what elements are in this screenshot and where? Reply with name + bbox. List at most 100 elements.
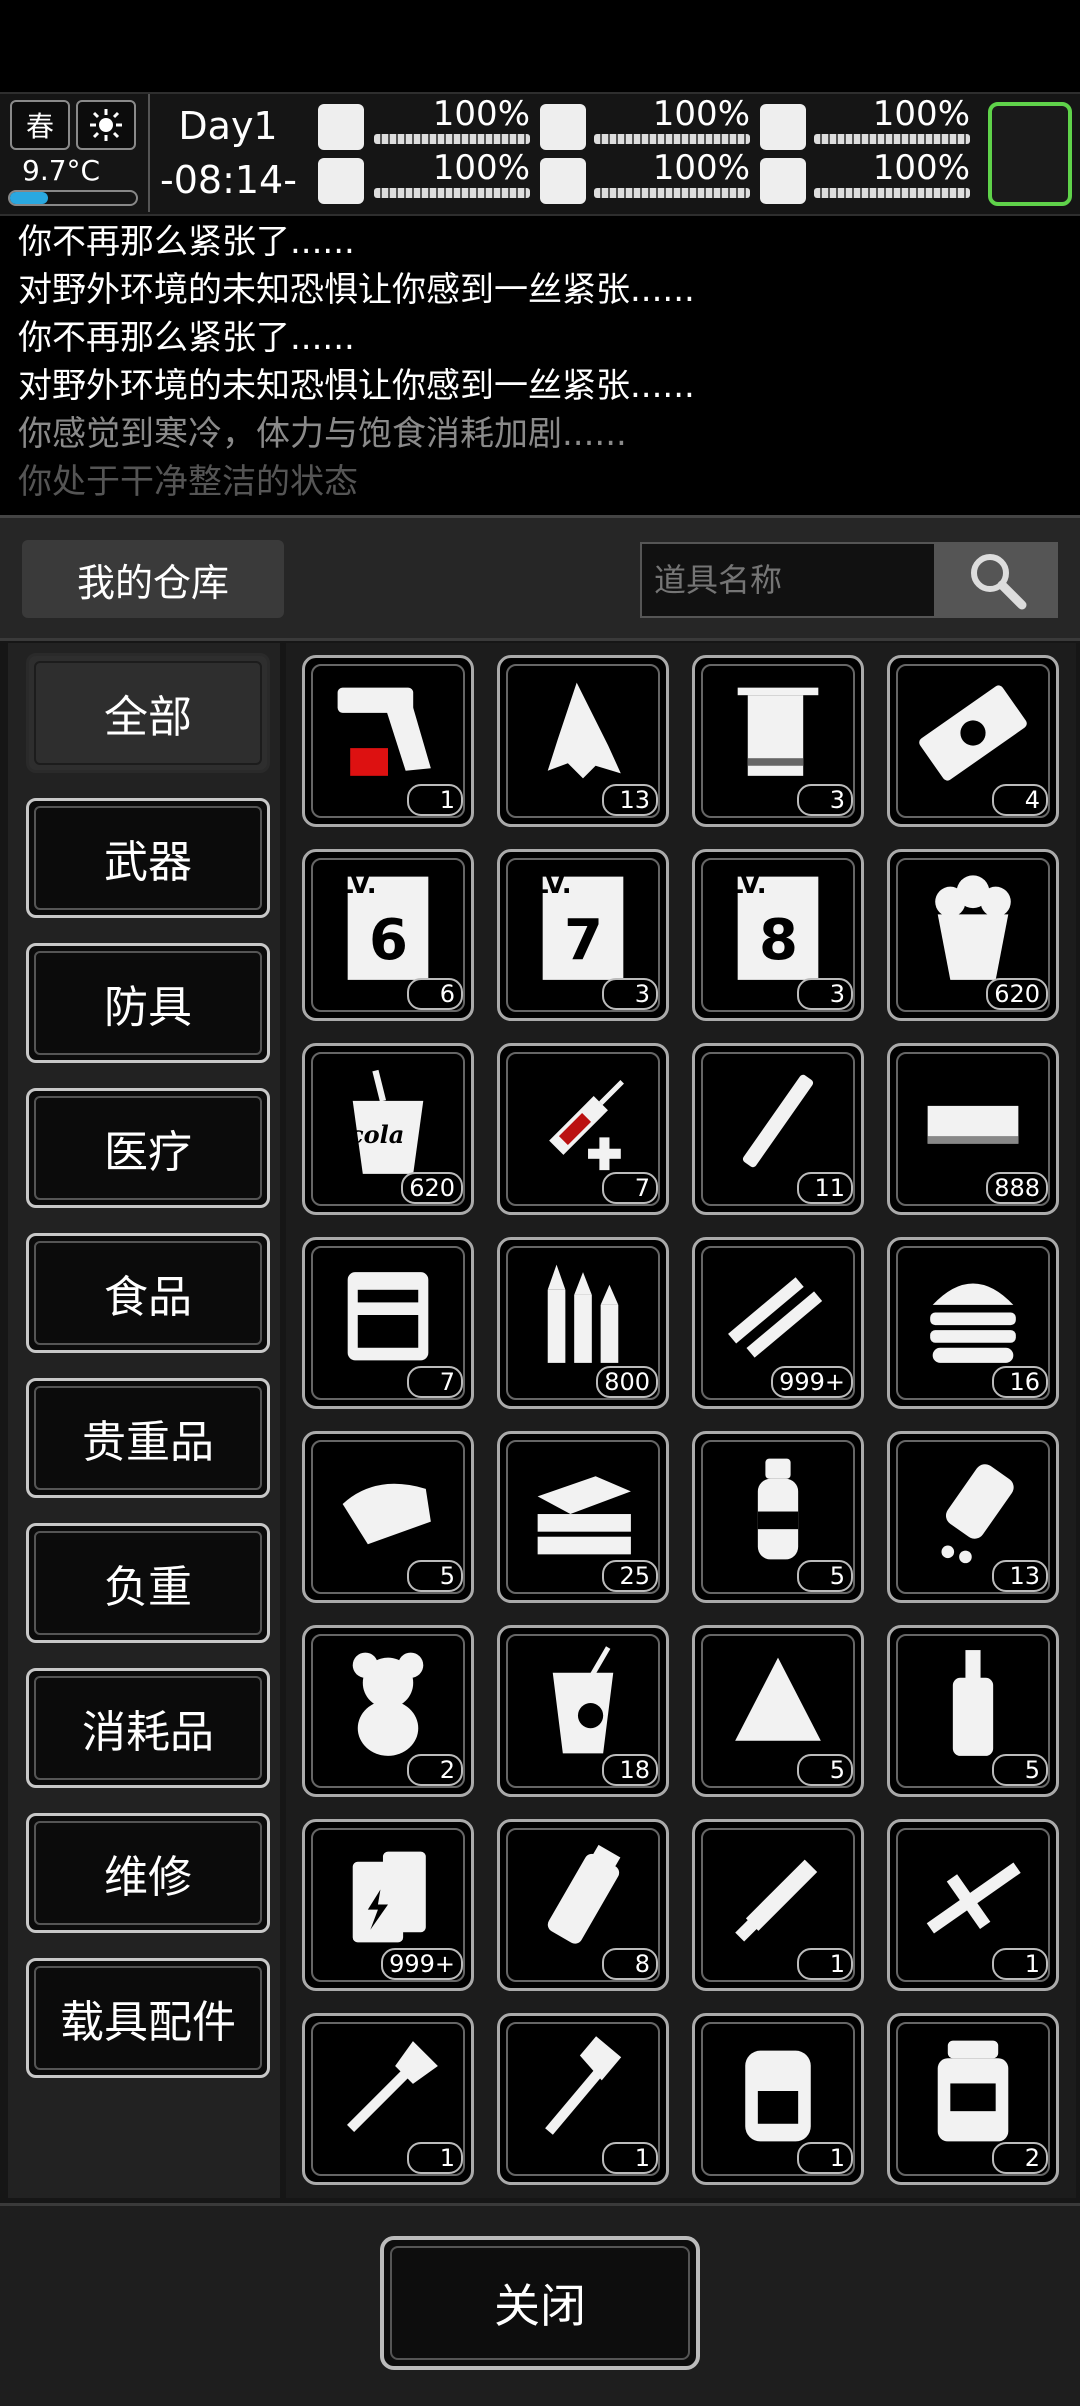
log-line: 对野外环境的未知恐惧让你感到一丝紧张......: [18, 366, 695, 406]
category-tab[interactable]: 载具配件: [26, 1958, 270, 2078]
item-quantity-badge: 5: [992, 1754, 1048, 1786]
category-tab[interactable]: 维修: [26, 1813, 270, 1933]
mood-bar: [814, 188, 970, 198]
inventory-slot[interactable]: LV. 8 3: [692, 849, 864, 1021]
item-quantity-badge: 1: [407, 784, 463, 816]
inventory-slot[interactable]: 5: [692, 1431, 864, 1603]
log-line: 你不再那么紧张了......: [18, 222, 355, 262]
book-level-number: 7: [564, 908, 603, 973]
category-tab[interactable]: 贵重品: [26, 1378, 270, 1498]
category-tab[interactable]: 武器: [26, 798, 270, 918]
inventory-slot[interactable]: 7: [497, 1043, 669, 1215]
inventory-slot[interactable]: 999+: [302, 1819, 474, 1991]
inventory-slot[interactable]: cola 620: [302, 1043, 474, 1215]
day-counter: Day1: [178, 104, 278, 148]
health-bar: [374, 134, 530, 144]
hunger-bar: [594, 134, 750, 144]
item-quantity-badge: 1: [602, 2142, 658, 2174]
inventory-slot[interactable]: 1: [692, 2013, 864, 2185]
item-grid: 1 13 3 4 LV. 6 6 LV. 7 3 LV. 8 3 620 cola 620 7 11 888 7 800…: [286, 643, 1076, 2198]
item-print-label: cola: [349, 1120, 405, 1149]
category-tab[interactable]: 负重: [26, 1523, 270, 1643]
item-quantity-badge: 5: [797, 1560, 853, 1592]
category-tab-label: 贵重品: [82, 1417, 214, 1468]
spray-bottle-icon: [757, 1458, 799, 1560]
inventory-slot[interactable]: 11: [692, 1043, 864, 1215]
warehouse-header: 我的仓库: [0, 518, 1080, 641]
inventory-slot[interactable]: 16: [887, 1237, 1059, 1409]
item-quantity-badge: 3: [797, 978, 853, 1010]
item-quantity-badge: 1: [992, 1948, 1048, 1980]
inventory-slot[interactable]: 800: [497, 1237, 669, 1409]
inventory-slot[interactable]: 5: [302, 1431, 474, 1603]
cigarette-icon: [742, 1074, 814, 1168]
stomach-icon: [540, 104, 586, 150]
item-quantity-badge: 16: [992, 1366, 1048, 1398]
inventory-slot[interactable]: 13: [887, 1431, 1059, 1603]
inventory-slot[interactable]: 18: [497, 1625, 669, 1797]
inventory-slot[interactable]: 620: [887, 849, 1059, 1021]
clock: -08:14-: [160, 158, 297, 202]
search-icon: [971, 554, 1027, 610]
thirst-value: 100%: [652, 148, 750, 188]
temperature-readout: 9.7°C: [22, 154, 101, 187]
category-tab-label: 载具配件: [60, 1997, 236, 2048]
backpack-icon: [745, 2050, 811, 2142]
inventory-slot[interactable]: 1: [302, 2013, 474, 2185]
category-tab-label: 维修: [104, 1852, 192, 1903]
item-quantity-badge: 3: [602, 978, 658, 1010]
mood-value: 100%: [872, 148, 970, 188]
inventory-slot[interactable]: 1: [887, 1819, 1059, 1991]
thirst-bar: [594, 188, 750, 198]
log-line: 你感觉到寒冷，体力与饱食消耗加剧......: [18, 414, 627, 454]
inventory-slot[interactable]: 3: [692, 655, 864, 827]
inventory-slot[interactable]: 1: [497, 2013, 669, 2185]
inventory-slot[interactable]: 4: [887, 655, 1059, 827]
category-tab-label: 武器: [104, 837, 192, 888]
grenade-icon: [547, 1844, 621, 1944]
popcorn-icon: [935, 875, 1011, 980]
item-quantity-badge: 2: [992, 2142, 1048, 2174]
inventory-slot[interactable]: 7: [302, 1237, 474, 1409]
item-print-label: LV.: [337, 870, 377, 900]
category-tab-label: 防具: [104, 982, 192, 1033]
flare-gun-icon: [337, 687, 431, 776]
health-value: 100%: [432, 94, 530, 134]
inventory-slot[interactable]: 1: [302, 655, 474, 827]
inventory-slot[interactable]: 8: [497, 1819, 669, 1991]
inventory-slot[interactable]: 1: [692, 1819, 864, 1991]
category-tab-label: 负重: [104, 1562, 192, 1613]
inventory-slot[interactable]: 2: [302, 1625, 474, 1797]
inventory-slot[interactable]: 13: [497, 655, 669, 827]
close-button[interactable]: 关闭: [380, 2236, 700, 2370]
inventory-slot[interactable]: 5: [692, 1625, 864, 1797]
bread-slice-icon: [342, 1483, 431, 1545]
category-tab[interactable]: 医疗: [26, 1088, 270, 1208]
item-quantity-badge: 4: [992, 784, 1048, 816]
category-tab-label: 食品: [104, 1272, 192, 1323]
item-quantity-badge: 11: [797, 1172, 853, 1204]
medkit-icon: [318, 104, 364, 150]
inventory-slot[interactable]: 999+: [692, 1237, 864, 1409]
item-quantity-badge: 3: [797, 784, 853, 816]
category-tab[interactable]: 食品: [26, 1233, 270, 1353]
boot-icon: [318, 158, 364, 204]
inventory-slot[interactable]: 5: [887, 1625, 1059, 1797]
category-tab[interactable]: 全部: [26, 653, 270, 773]
search-button[interactable]: [936, 542, 1058, 618]
category-tab[interactable]: 消耗品: [26, 1668, 270, 1788]
log-line: 你不再那么紧张了......: [18, 318, 355, 358]
brain-icon: [760, 104, 806, 150]
inventory-slot[interactable]: 25: [497, 1431, 669, 1603]
item-quantity-badge: 888: [986, 1172, 1048, 1204]
inventory-slot[interactable]: 2: [887, 2013, 1059, 2185]
item-search-input[interactable]: [640, 542, 936, 618]
liquor-bottle-icon: [952, 1650, 994, 1756]
machete-icon: [735, 1859, 818, 1942]
sandwich-icon: [537, 1476, 631, 1555]
equipment-slot[interactable]: [988, 102, 1072, 206]
inventory-slot[interactable]: LV. 6 6: [302, 849, 474, 1021]
inventory-slot[interactable]: LV. 7 3: [497, 849, 669, 1021]
category-tab[interactable]: 防具: [26, 943, 270, 1063]
inventory-slot[interactable]: 888: [887, 1043, 1059, 1215]
